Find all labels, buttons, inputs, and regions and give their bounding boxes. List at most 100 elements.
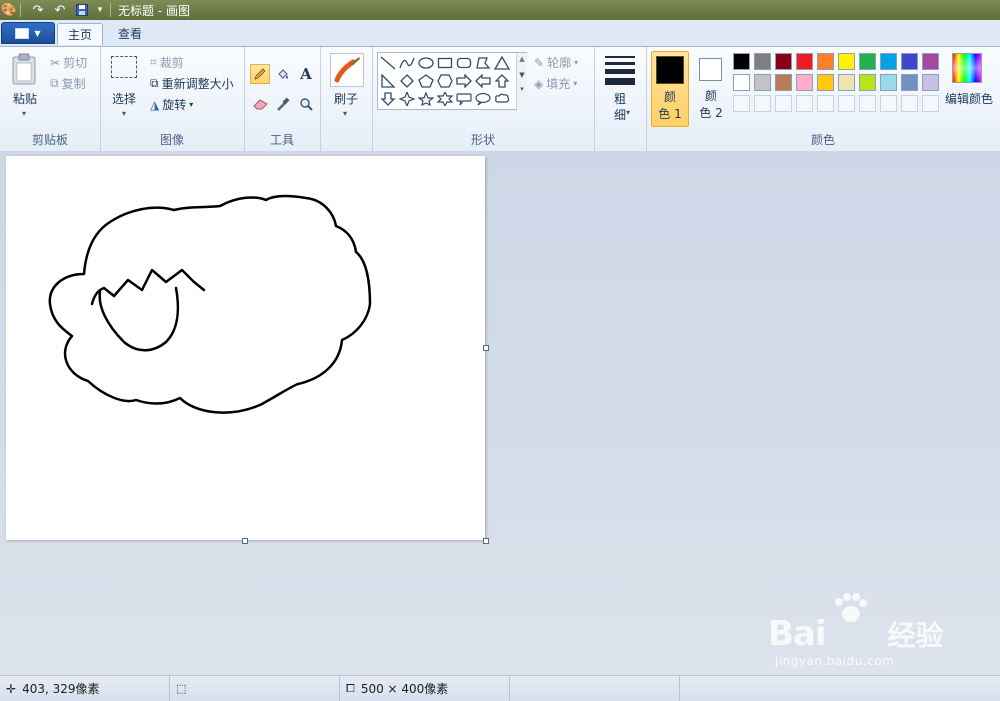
custom-color-slot[interactable] xyxy=(775,95,792,112)
palette-color-swatch[interactable] xyxy=(838,74,855,91)
color-picker-tool[interactable] xyxy=(273,94,293,114)
edit-colors-icon[interactable] xyxy=(952,53,982,83)
customize-quick-access-icon[interactable]: ▾ xyxy=(92,2,108,18)
right-arrow-shape-icon[interactable] xyxy=(454,72,474,90)
palette-color-swatch[interactable] xyxy=(838,53,855,70)
eraser-tool[interactable] xyxy=(250,94,270,114)
curve-shape-icon[interactable] xyxy=(397,54,417,72)
six-point-star-shape-icon[interactable] xyxy=(435,90,455,108)
polygon-shape-icon[interactable] xyxy=(473,54,493,72)
chevron-down-icon[interactable]: ▾ xyxy=(343,109,347,118)
chevron-down-icon[interactable]: ▾ xyxy=(122,109,126,118)
canvas-resize-handle-corner[interactable] xyxy=(483,538,489,544)
copy-button[interactable]: ⧉ 复制 xyxy=(50,75,86,92)
rotate-button[interactable]: ◮ 旋转 ▾ xyxy=(150,96,193,113)
five-point-star-shape-icon[interactable] xyxy=(416,90,436,108)
paste-icon[interactable] xyxy=(11,53,39,85)
custom-color-slot[interactable] xyxy=(922,95,939,112)
oval-shape-icon[interactable] xyxy=(416,54,436,72)
palette-color-swatch[interactable] xyxy=(817,74,834,91)
palette-color-swatch[interactable] xyxy=(922,74,939,91)
edit-colors-button[interactable]: 编辑颜色 xyxy=(944,90,994,107)
drawing-canvas[interactable] xyxy=(6,156,485,540)
select-icon[interactable] xyxy=(111,56,137,78)
paint-menu-button[interactable]: ▼ xyxy=(1,22,55,44)
shapes-gallery[interactable]: ▲ ▼ ▾ xyxy=(377,52,527,111)
select-button[interactable]: 选择 xyxy=(108,90,140,107)
oval-callout-shape-icon[interactable] xyxy=(473,90,493,108)
right-triangle-shape-icon[interactable] xyxy=(378,72,398,90)
magnifier-tool[interactable] xyxy=(296,94,316,114)
shapes-gallery-scrollbar[interactable]: ▲ ▼ ▾ xyxy=(516,53,527,111)
palette-color-swatch[interactable] xyxy=(754,74,771,91)
outline-button[interactable]: ✎ 轮廓 ▾ xyxy=(534,54,578,71)
canvas-resize-handle-right[interactable] xyxy=(483,345,489,351)
custom-color-slot[interactable] xyxy=(796,95,813,112)
canvas-resize-handle-bottom[interactable] xyxy=(242,538,248,544)
pentagon-shape-icon[interactable] xyxy=(416,72,436,90)
undo-icon[interactable]: ↶ xyxy=(52,2,68,18)
triangle-shape-icon[interactable] xyxy=(492,54,512,72)
rounded-callout-shape-icon[interactable] xyxy=(454,90,474,108)
palette-color-swatch[interactable] xyxy=(901,53,918,70)
image-group-label: 图像 xyxy=(159,133,184,147)
shapes-group: ▲ ▼ ▾ ✎ 轮廓 ▾ ◈ 填充 ▾ 形状 xyxy=(372,47,595,151)
palette-color-swatch[interactable] xyxy=(880,53,897,70)
crop-button[interactable]: ⌗ 裁剪 xyxy=(150,54,184,71)
fill-button[interactable]: ◈ 填充 ▾ xyxy=(534,75,577,92)
palette-color-swatch[interactable] xyxy=(775,53,792,70)
palette-color-swatch[interactable] xyxy=(733,53,750,70)
down-arrow-shape-icon[interactable] xyxy=(378,90,398,108)
line-width-icon[interactable] xyxy=(605,56,635,85)
brush-icon[interactable] xyxy=(330,53,364,87)
left-arrow-shape-icon[interactable] xyxy=(473,72,493,90)
cloud-callout-shape-icon[interactable] xyxy=(492,90,512,108)
color-1-button[interactable]: 颜 色 1 xyxy=(651,51,689,127)
custom-color-slot[interactable] xyxy=(859,95,876,112)
chevron-down-icon[interactable]: ▼ xyxy=(517,71,527,79)
cut-button[interactable]: ✂ 剪切 xyxy=(50,54,87,71)
custom-color-slot[interactable] xyxy=(838,95,855,112)
rounded-rectangle-shape-icon[interactable] xyxy=(454,54,474,72)
palette-color-swatch[interactable] xyxy=(775,74,792,91)
color-2-button[interactable]: 颜 色 2 xyxy=(693,51,731,127)
palette-color-swatch[interactable] xyxy=(880,74,897,91)
diamond-shape-icon[interactable] xyxy=(397,72,417,90)
tab-home[interactable]: 主页 xyxy=(57,23,103,45)
palette-color-swatch[interactable] xyxy=(817,53,834,70)
custom-color-slot[interactable] xyxy=(880,95,897,112)
custom-color-slot[interactable] xyxy=(733,95,750,112)
palette-color-swatch[interactable] xyxy=(859,74,876,91)
size-label-line2[interactable]: 细 xyxy=(604,106,636,123)
chevron-up-icon[interactable]: ▲ xyxy=(517,55,527,63)
palette-color-swatch[interactable] xyxy=(901,74,918,91)
line-shape-icon[interactable] xyxy=(378,54,398,72)
chevron-down-icon[interactable]: ▾ xyxy=(626,108,630,117)
custom-color-slot[interactable] xyxy=(754,95,771,112)
resize-button[interactable]: ⧉ 重新调整大小 xyxy=(150,75,234,92)
fill-tool[interactable] xyxy=(273,64,293,84)
text-tool[interactable]: A xyxy=(296,64,316,84)
save-icon[interactable] xyxy=(74,2,90,18)
four-point-star-shape-icon[interactable] xyxy=(397,90,417,108)
hexagon-shape-icon[interactable] xyxy=(435,72,455,90)
chevron-down-icon[interactable]: ▾ xyxy=(22,109,26,118)
paint-app-icon[interactable]: 🎨 xyxy=(1,2,17,18)
palette-color-swatch[interactable] xyxy=(796,53,813,70)
redo-icon[interactable]: ↷ xyxy=(30,2,46,18)
brushes-button[interactable]: 刷子 xyxy=(326,90,366,107)
paste-button[interactable]: 粘贴 xyxy=(10,90,40,107)
palette-color-swatch[interactable] xyxy=(859,53,876,70)
palette-color-swatch[interactable] xyxy=(754,53,771,70)
size-label-line1[interactable]: 粗 xyxy=(604,90,636,107)
palette-color-swatch[interactable] xyxy=(733,74,750,91)
rectangle-shape-icon[interactable] xyxy=(435,54,455,72)
tab-view[interactable]: 查看 xyxy=(108,23,152,44)
more-shapes-icon[interactable]: ▾ xyxy=(517,85,527,93)
custom-color-slot[interactable] xyxy=(817,95,834,112)
palette-color-swatch[interactable] xyxy=(796,74,813,91)
custom-color-slot[interactable] xyxy=(901,95,918,112)
up-arrow-shape-icon[interactable] xyxy=(492,72,512,90)
pencil-tool[interactable] xyxy=(250,64,270,84)
palette-color-swatch[interactable] xyxy=(922,53,939,70)
